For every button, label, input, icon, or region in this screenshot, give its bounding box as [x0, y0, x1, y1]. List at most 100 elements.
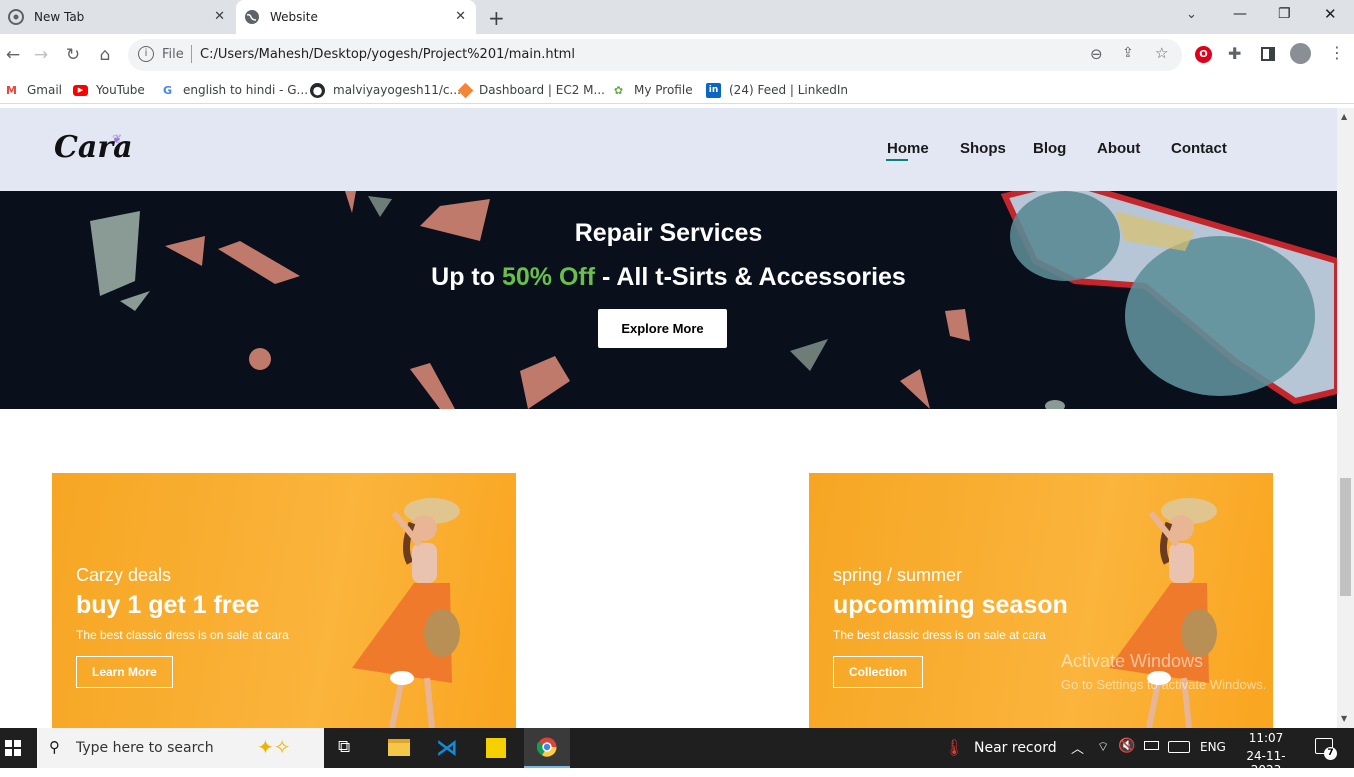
bookmark-star-icon[interactable]: ☆: [1155, 44, 1168, 62]
reload-icon[interactable]: ↻: [60, 42, 86, 68]
nav-about[interactable]: About: [1097, 140, 1140, 157]
tab-title: New Tab: [34, 10, 85, 24]
banner-description: The best classic dress is on sale at car…: [76, 628, 289, 642]
bookmarks-bar: M Gmail ▶ YouTube G english to hindi - G…: [0, 76, 1354, 104]
clock-time[interactable]: 11:07: [1236, 731, 1296, 745]
file-explorer-icon[interactable]: [388, 739, 410, 756]
language-indicator[interactable]: ENG: [1200, 740, 1226, 754]
butterfly-icon: ✿: [613, 83, 624, 97]
banner-title: upcomming season: [833, 591, 1068, 619]
thermometer-icon[interactable]: 🌡: [944, 738, 964, 757]
hero-title: Repair Services: [574, 219, 763, 247]
scheme-label: File: [162, 47, 184, 62]
bookmark-label: Dashboard | EC2 M...: [479, 83, 605, 97]
side-panel-icon[interactable]: [1261, 47, 1275, 61]
info-icon[interactable]: i: [138, 46, 154, 62]
notification-count-badge: 7: [1324, 747, 1337, 760]
battery-icon[interactable]: [1144, 741, 1159, 750]
offer-suffix: - All t-Sirts & Accessories: [602, 263, 906, 291]
share-icon[interactable]: ⇪: [1122, 45, 1134, 61]
lavender-sprig-icon: ❦: [112, 132, 123, 146]
tab-new-tab[interactable]: New Tab ✕: [0, 0, 235, 34]
chrome-icon: [8, 9, 24, 25]
search-placeholder: Type here to search: [76, 740, 214, 756]
bookmark-linkedin[interactable]: in (24) Feed | LinkedIn: [706, 81, 848, 99]
bookmark-label: malviyayogesh11/c...: [333, 83, 461, 97]
github-icon: ●: [310, 82, 325, 98]
bookmark-label: Gmail: [27, 83, 63, 97]
nav-home[interactable]: Home: [887, 140, 929, 157]
sticky-notes-icon[interactable]: [486, 738, 506, 758]
restore-icon[interactable]: ❐: [1278, 6, 1291, 22]
menu-kebab-icon[interactable]: ⋮: [1329, 43, 1345, 62]
bookmark-label: (24) Feed | LinkedIn: [729, 83, 849, 97]
linkedin-icon: in: [706, 82, 721, 98]
back-arrow-icon[interactable]: ←: [0, 42, 26, 68]
gmail-icon: M: [6, 83, 17, 97]
offer-prefix: Up to: [431, 263, 496, 291]
bookmark-my-profile[interactable]: ✿ My Profile: [611, 81, 693, 99]
taskbar-chrome-active[interactable]: [524, 728, 570, 768]
show-hidden-icons-chevron[interactable]: ︿: [1071, 738, 1084, 757]
nav-shops[interactable]: Shops: [960, 140, 1006, 157]
close-tab-icon[interactable]: ✕: [214, 9, 225, 24]
google-icon: G: [162, 83, 173, 97]
new-tab-plus-icon[interactable]: +: [488, 6, 505, 30]
url-text[interactable]: C:/Users/Mahesh/Desktop/yogesh/Project%2…: [200, 47, 575, 62]
taskbar-search-box[interactable]: ⚲ Type here to search ✦✧: [37, 728, 324, 768]
repair-banner: Repair Services Up to 50% Off - All t-Si…: [0, 191, 1337, 409]
nav-blog[interactable]: Blog: [1033, 140, 1066, 157]
activate-windows-title: Activate Windows: [1061, 651, 1204, 671]
nav-active-underline: [886, 159, 908, 161]
home-icon[interactable]: ⌂: [92, 42, 118, 68]
volume-muted-icon[interactable]: 🔇: [1118, 738, 1135, 754]
page-viewport: Cara ❦ Home Shops Blog About Contact Rep…: [0, 108, 1337, 728]
learn-more-button[interactable]: Learn More: [76, 656, 173, 688]
nav-contact[interactable]: Contact: [1171, 140, 1227, 157]
tab-search-chevron-icon[interactable]: ⌄: [1186, 7, 1197, 22]
chrome-icon: [537, 737, 557, 757]
divider: [191, 45, 192, 63]
task-view-icon[interactable]: ⧉: [338, 737, 350, 757]
globe-icon: [244, 9, 260, 25]
weather-text[interactable]: Near record: [974, 740, 1057, 756]
opera-extension-icon[interactable]: O: [1195, 46, 1212, 63]
scroll-up-arrow-icon[interactable]: ▲: [1341, 112, 1347, 121]
scrollbar-thumb[interactable]: [1340, 478, 1351, 596]
close-tab-icon[interactable]: ✕: [455, 9, 466, 24]
bookmark-gmail[interactable]: M Gmail: [4, 81, 62, 99]
vscode-icon[interactable]: ⋊: [436, 736, 458, 761]
sparkle-icon: ✦✧: [257, 735, 291, 759]
page-scrollbar[interactable]: ▲ ▼: [1337, 108, 1354, 728]
close-window-icon[interactable]: ✕: [1324, 5, 1337, 23]
tab-website[interactable]: Website ✕: [236, 0, 476, 34]
keyboard-icon[interactable]: [1168, 741, 1190, 753]
youtube-icon: ▶: [73, 84, 88, 96]
forward-arrow-icon[interactable]: →: [28, 42, 54, 68]
search-icon: ⚲: [49, 738, 60, 756]
scroll-down-arrow-icon[interactable]: ▼: [1341, 714, 1347, 723]
bookmark-youtube[interactable]: ▶ YouTube: [73, 81, 145, 99]
clock-date[interactable]: 24-11-2023: [1234, 749, 1298, 777]
wifi-icon[interactable]: ⌔: [1097, 739, 1109, 755]
zoom-icon[interactable]: ⊖: [1090, 45, 1103, 63]
collection-button[interactable]: Collection: [833, 656, 924, 688]
profile-avatar[interactable]: [1290, 43, 1311, 64]
bookmark-label: english to hindi - G...: [183, 83, 309, 97]
windows-start-icon[interactable]: [5, 740, 21, 756]
bookmark-english-to-hindi[interactable]: G english to hindi - G...: [160, 81, 308, 99]
bookmark-github[interactable]: ● malviyayogesh11/c...: [310, 81, 461, 99]
bookmark-label: My Profile: [634, 83, 693, 97]
aws-icon: [457, 82, 474, 98]
address-bar[interactable]: i File C:/Users/Mahesh/Desktop/yogesh/Pr…: [128, 39, 1182, 71]
bookmark-aws[interactable]: Dashboard | EC2 M...: [457, 81, 605, 99]
banner-card-deals[interactable]: Carzy deals buy 1 get 1 free The best cl…: [52, 473, 516, 728]
hero-offer-line: Up to 50% Off - All t-Sirts & Accessorie…: [0, 263, 1337, 292]
explore-more-button[interactable]: Explore More: [598, 309, 727, 348]
windows-taskbar: ⚲ Type here to search ✦✧ ⧉ ⋊ 🌡 Near reco…: [0, 728, 1354, 777]
tab-title: Website: [270, 10, 318, 24]
minimize-icon[interactable]: —: [1233, 6, 1247, 22]
extensions-puzzle-icon[interactable]: ✚: [1228, 44, 1241, 63]
activate-windows-subtitle: Go to Settings to activate Windows.: [1061, 677, 1267, 692]
site-header: Cara ❦ Home Shops Blog About Contact: [0, 108, 1337, 191]
